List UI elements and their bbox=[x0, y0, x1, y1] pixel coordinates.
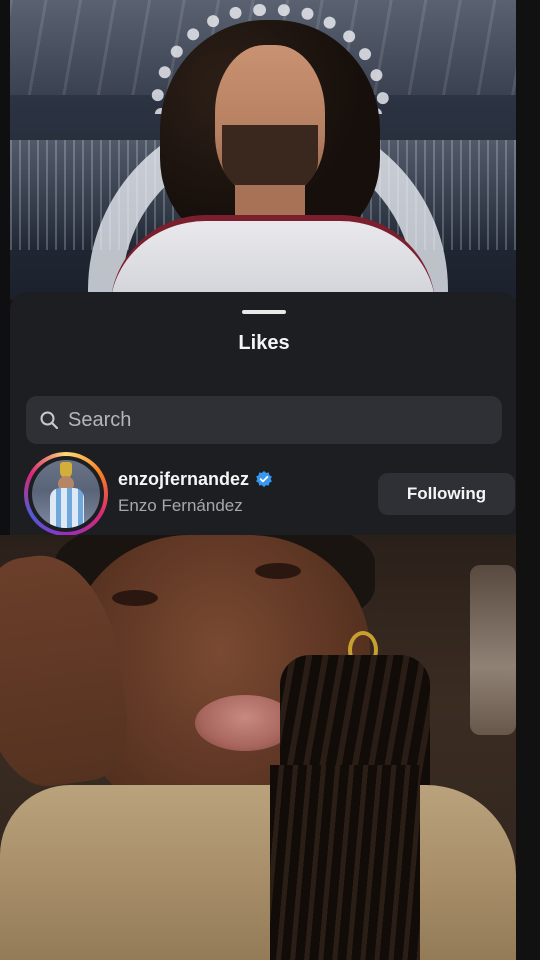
story-ring[interactable] bbox=[24, 452, 108, 536]
person-shirt bbox=[0, 785, 516, 960]
sheet-grabber-handle[interactable] bbox=[242, 310, 286, 314]
top-post-image bbox=[10, 0, 516, 300]
sheet-title: Likes bbox=[238, 332, 290, 354]
person-locs-front bbox=[270, 765, 420, 960]
username[interactable]: enzojfernandez bbox=[118, 469, 249, 490]
search-icon bbox=[40, 411, 59, 430]
person-left-eye bbox=[112, 590, 158, 606]
following-button[interactable]: Following bbox=[378, 473, 515, 515]
person-right-eye bbox=[255, 563, 301, 579]
search-input[interactable] bbox=[68, 396, 488, 444]
likes-sheet: Likes enzojfernandez Enzo Fernánd bbox=[10, 292, 518, 536]
avatar-border bbox=[28, 456, 104, 532]
search-bar[interactable] bbox=[26, 396, 502, 444]
avatar bbox=[32, 460, 100, 528]
background-figure bbox=[470, 565, 516, 735]
verified-badge-icon bbox=[256, 470, 272, 488]
right-edge-strip bbox=[516, 0, 540, 960]
username-line: enzojfernandez bbox=[118, 466, 273, 492]
user-list-item[interactable]: enzojfernandez Enzo Fernández Following bbox=[24, 452, 515, 536]
full-name: Enzo Fernández bbox=[118, 496, 243, 515]
reaction-video bbox=[0, 535, 516, 960]
avatar-jersey-graphic bbox=[50, 488, 84, 528]
player-shirt bbox=[110, 215, 436, 300]
